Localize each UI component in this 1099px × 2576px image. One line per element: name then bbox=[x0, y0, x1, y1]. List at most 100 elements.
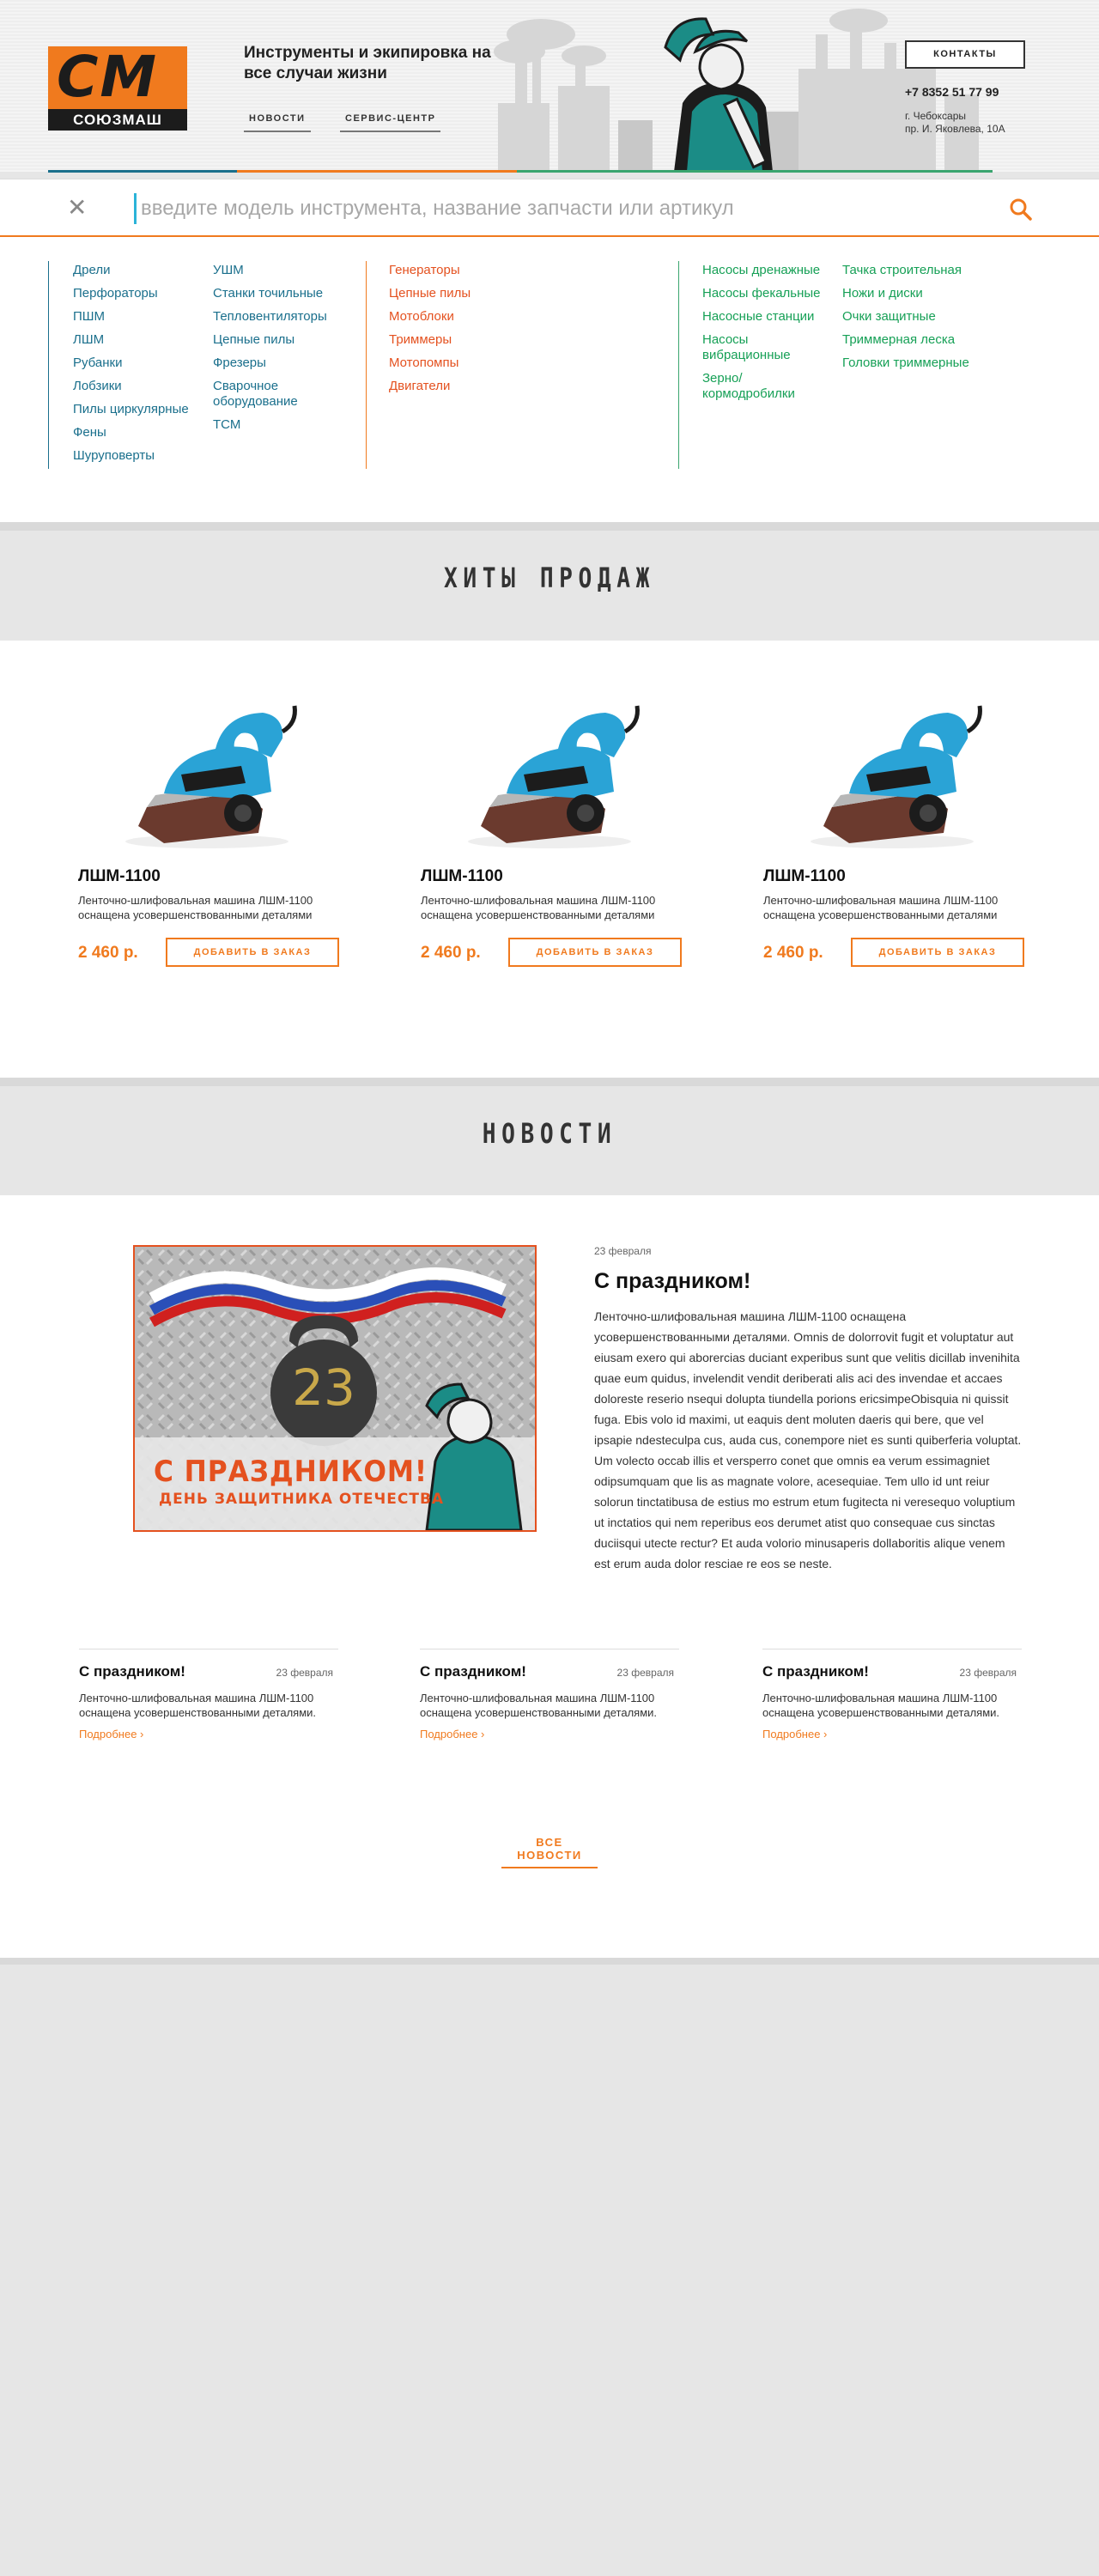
belt-sander-image[interactable] bbox=[455, 697, 644, 852]
banner-number: 23 bbox=[292, 1358, 355, 1417]
hits-section-header: ХИТЫ ПРОДАЖ bbox=[0, 522, 1099, 644]
product-title[interactable]: ЛШМ-1100 bbox=[421, 867, 503, 886]
catalog-link[interactable]: Пилы циркулярные bbox=[73, 402, 210, 417]
news-section: 23 С ПРАЗДНИКОМ! ДЕНЬ ЗАЩИТНИКА ОТЕЧЕСТВ… bbox=[0, 1195, 1099, 1958]
site-tagline: Инструменты и экипировка на все случаи ж… bbox=[244, 44, 491, 82]
belt-sander-image[interactable] bbox=[112, 697, 301, 852]
news-card: С праздником! 23 февраля Ленточно-шлифов… bbox=[420, 1649, 679, 1741]
news-date: 23 февраля bbox=[594, 1245, 652, 1257]
catalog-link[interactable]: Тепловентиляторы bbox=[213, 309, 342, 325]
site-logo[interactable]: СМ СОЮЗМАШ bbox=[48, 46, 187, 131]
product-price: 2 460 р. bbox=[763, 944, 823, 962]
read-more-link[interactable]: Подробнее › bbox=[79, 1728, 338, 1741]
banner-title: С ПРАЗДНИКОМ! bbox=[154, 1455, 428, 1489]
catalog-link[interactable]: Генераторы bbox=[389, 263, 526, 278]
news-card-description: Ленточно-шлифовальная машина ЛШМ-1100 ос… bbox=[420, 1692, 658, 1719]
catalog-link[interactable]: УШМ bbox=[213, 263, 342, 278]
factory-worker-illustration bbox=[494, 9, 979, 172]
catalog-link[interactable]: Триммерная леска bbox=[842, 332, 980, 348]
read-more-link[interactable]: Подробнее › bbox=[762, 1728, 1022, 1741]
catalog-link[interactable]: Цепные пилы bbox=[213, 332, 342, 348]
catalog-link[interactable]: Тачка строительная bbox=[842, 263, 980, 278]
catalog-link[interactable]: Шуруповерты bbox=[73, 448, 210, 464]
catalog-link[interactable]: Насосы фекальные bbox=[702, 286, 831, 301]
catalog-link[interactable]: ЛШМ bbox=[73, 332, 210, 348]
product-title[interactable]: ЛШМ-1100 bbox=[78, 867, 161, 886]
all-news-link[interactable]: ВСЕ НОВОСТИ bbox=[501, 1836, 598, 1868]
catalog-link[interactable]: Перфораторы bbox=[73, 286, 210, 301]
catalog-column: Насосы дренажные Насосы фекальные Насосн… bbox=[702, 263, 831, 410]
product-price: 2 460 р. bbox=[421, 944, 481, 962]
catalog-link[interactable]: Сварочное оборудование bbox=[213, 379, 316, 410]
address-street: пр. И. Яковлева, 10А bbox=[905, 123, 1005, 135]
close-icon[interactable]: ✕ bbox=[67, 193, 87, 222]
logo-name: СОЮЗМАШ bbox=[48, 109, 187, 131]
nav-service-link[interactable]: СЕРВИС-ЦЕНТР bbox=[340, 110, 441, 132]
news-card-description: Ленточно-шлифовальная машина ЛШМ-1100 ос… bbox=[762, 1692, 1000, 1719]
search-icon[interactable] bbox=[1008, 197, 1034, 222]
add-to-order-button[interactable]: ДОБАВИТЬ В ЗАКАЗ bbox=[851, 938, 1024, 967]
news-card: С праздником! 23 февраля Ленточно-шлифов… bbox=[79, 1649, 338, 1741]
news-card: С праздником! 23 февраля Ленточно-шлифов… bbox=[762, 1649, 1022, 1741]
search-input[interactable] bbox=[141, 193, 999, 224]
hits-products: ЛШМ-1100 Ленточно-шлифовальная машина ЛШ… bbox=[0, 641, 1099, 1078]
catalog-link[interactable]: Двигатели bbox=[389, 379, 526, 394]
product-description: Ленточно-шлифовальная машина ЛШМ-1100 ос… bbox=[78, 894, 313, 921]
catalog-link[interactable]: Лобзики bbox=[73, 379, 210, 394]
product-title[interactable]: ЛШМ-1100 bbox=[763, 867, 846, 886]
catalog-link[interactable]: Дрели bbox=[73, 263, 210, 278]
news-title: НОВОСТИ bbox=[482, 1117, 617, 1150]
catalog-link[interactable]: Мотоблоки bbox=[389, 309, 526, 325]
text-caret bbox=[134, 193, 137, 224]
address: г. Чебоксары пр. И. Яковлева, 10А bbox=[905, 110, 1005, 136]
header-color-bar bbox=[237, 170, 517, 173]
hits-title: ХИТЫ ПРОДАЖ bbox=[444, 562, 655, 594]
catalog-link[interactable]: Ножи и диски bbox=[842, 286, 980, 301]
phone-number[interactable]: +7 8352 51 77 99 bbox=[905, 85, 999, 99]
catalog-link[interactable]: Очки защитные bbox=[842, 309, 980, 325]
page-bottom-divider bbox=[0, 1958, 1099, 1965]
catalog-link[interactable]: Фены bbox=[73, 425, 210, 440]
catalog-link[interactable]: Рубанки bbox=[73, 355, 210, 371]
featured-news: 23 февраля С праздником! Ленточно-шлифов… bbox=[594, 1245, 1023, 1574]
catalog-link[interactable]: Триммеры bbox=[389, 332, 526, 348]
read-more-link[interactable]: Подробнее › bbox=[420, 1728, 679, 1741]
logo-mark: СМ bbox=[48, 46, 187, 109]
logo-mark-text: СМ bbox=[57, 44, 159, 110]
news-card-date: 23 февраля bbox=[276, 1667, 333, 1679]
search-bar: ✕ bbox=[0, 179, 1099, 237]
catalog-link[interactable]: Цепные пилы bbox=[389, 286, 526, 301]
product-price: 2 460 р. bbox=[78, 944, 138, 962]
catalog-link[interactable]: Фрезеры bbox=[213, 355, 342, 371]
news-banner-image[interactable]: 23 С ПРАЗДНИКОМ! ДЕНЬ ЗАЩИТНИКА ОТЕЧЕСТВ… bbox=[133, 1245, 537, 1532]
address-city: г. Чебоксары bbox=[905, 110, 967, 122]
add-to-order-button[interactable]: ДОБАВИТЬ В ЗАКАЗ bbox=[508, 938, 682, 967]
header-color-bar bbox=[517, 170, 993, 173]
contacts-button[interactable]: КОНТАКТЫ bbox=[905, 40, 1025, 69]
add-to-order-button[interactable]: ДОБАВИТЬ В ЗАКАЗ bbox=[166, 938, 339, 967]
news-headline[interactable]: С праздником! bbox=[594, 1269, 1023, 1294]
belt-sander-image[interactable] bbox=[798, 697, 987, 852]
catalog-column: Генераторы Цепные пилы Мотоблоки Триммер… bbox=[389, 263, 526, 402]
catalog-link[interactable]: Станки точильные bbox=[213, 286, 342, 301]
catalog-link[interactable]: ПШМ bbox=[73, 309, 210, 325]
catalog-link[interactable]: ТСМ bbox=[213, 417, 342, 433]
catalog-link[interactable]: Зерно/ кормодробилки bbox=[702, 371, 814, 402]
news-card-description: Ленточно-шлифовальная машина ЛШМ-1100 ос… bbox=[79, 1692, 317, 1719]
news-card-date: 23 февраля bbox=[959, 1667, 1017, 1679]
news-section-header: НОВОСТИ bbox=[0, 1078, 1099, 1200]
product-description: Ленточно-шлифовальная машина ЛШМ-1100 ос… bbox=[421, 894, 656, 921]
catalog-link[interactable]: Головки триммерные bbox=[842, 355, 980, 371]
news-body: Ленточно-шлифовальная машина ЛШМ-1100 ос… bbox=[594, 1309, 1022, 1571]
header-color-bar bbox=[48, 170, 237, 173]
catalog-link[interactable]: Насосы вибрационные bbox=[702, 332, 797, 363]
catalog-link[interactable]: Мотопомпы bbox=[389, 355, 526, 371]
catalog-group-garden: Насосы дренажные Насосы фекальные Насосн… bbox=[678, 261, 969, 469]
product-description: Ленточно-шлифовальная машина ЛШМ-1100 ос… bbox=[763, 894, 999, 921]
catalog-menu: Дрели Перфораторы ПШМ ЛШМ Рубанки Лобзик… bbox=[0, 237, 1099, 522]
nav-news-link[interactable]: НОВОСТИ bbox=[244, 110, 311, 132]
catalog-link[interactable]: Насосы дренажные bbox=[702, 263, 831, 278]
catalog-group-tools: Дрели Перфораторы ПШМ ЛШМ Рубанки Лобзик… bbox=[48, 261, 327, 469]
catalog-link[interactable]: Насосные станции bbox=[702, 309, 831, 325]
catalog-group-motor: Генераторы Цепные пилы Мотоблоки Триммер… bbox=[366, 261, 471, 469]
